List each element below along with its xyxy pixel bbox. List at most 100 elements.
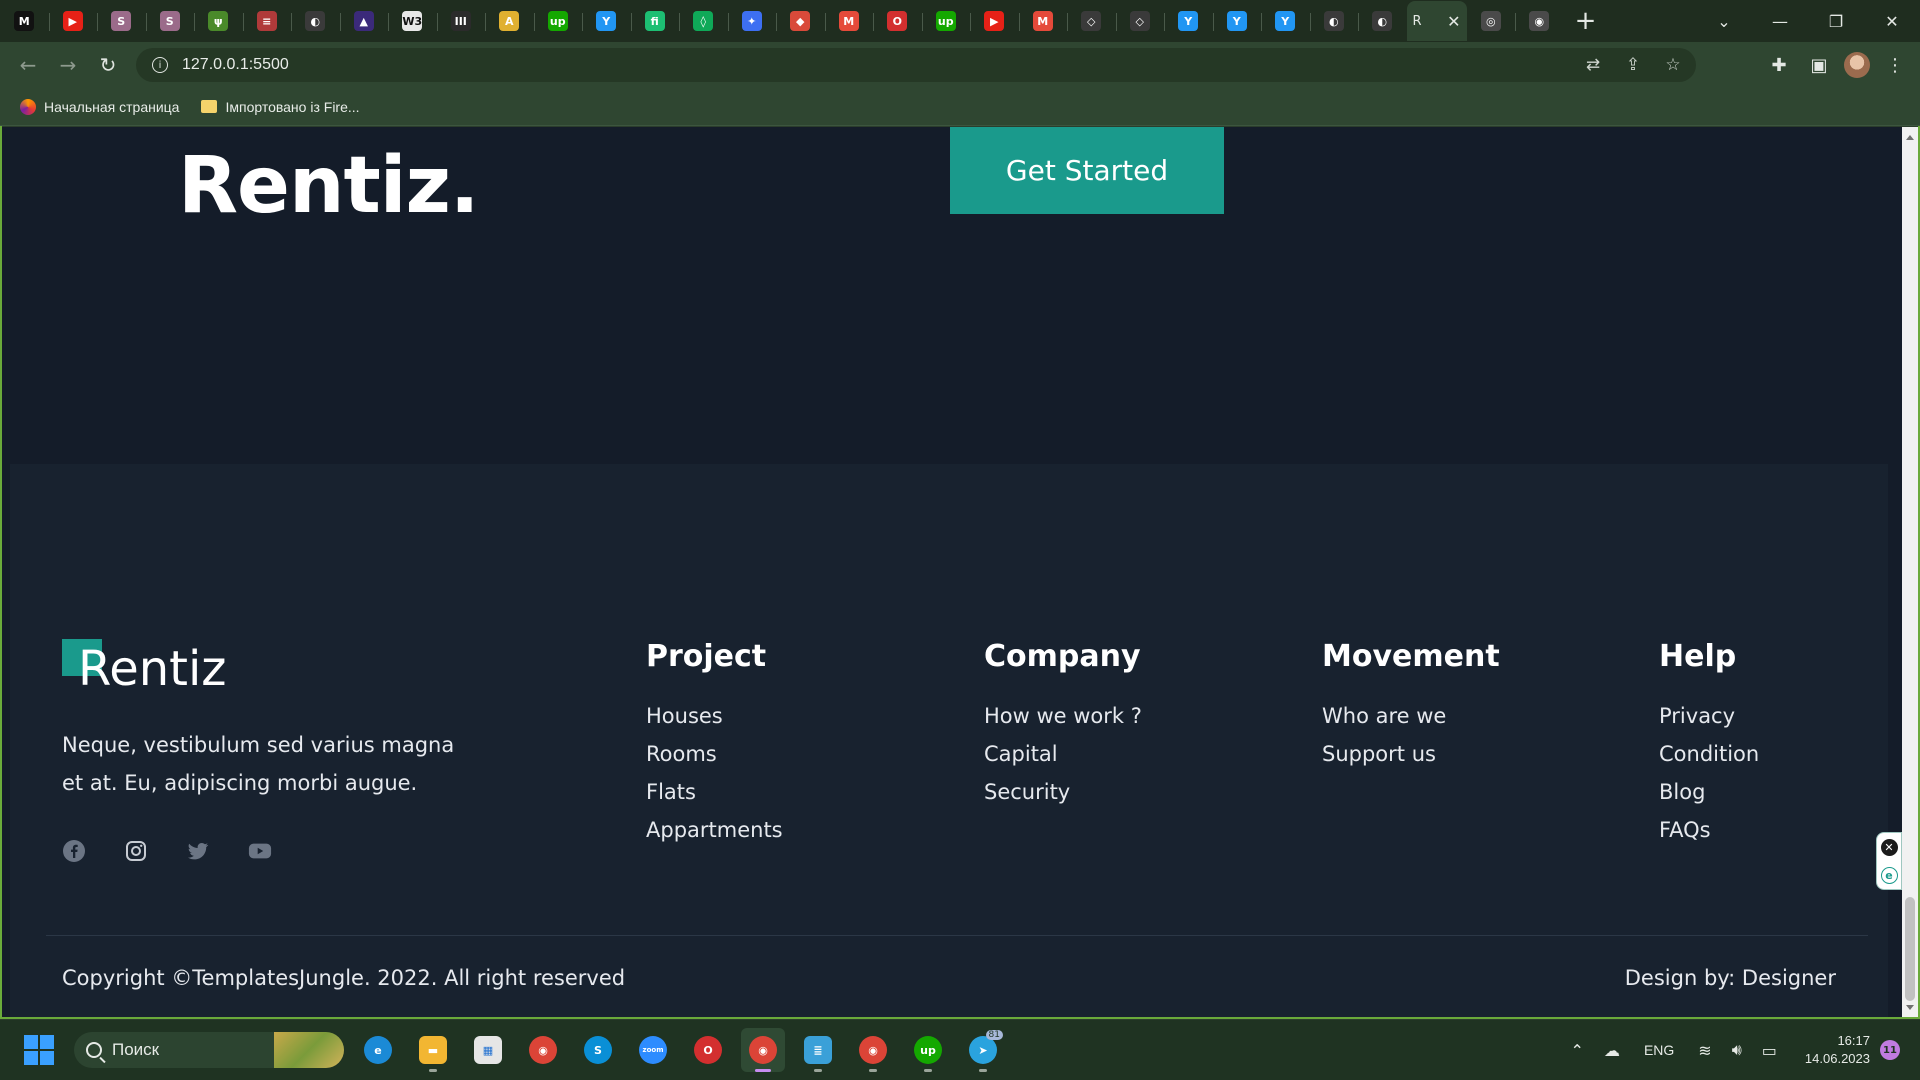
back-button[interactable]: ← xyxy=(8,45,48,85)
browser-tab[interactable]: S xyxy=(97,1,146,41)
footer-link-support-us[interactable]: Support us xyxy=(1322,735,1500,773)
edge-taskbar-button[interactable]: e xyxy=(356,1028,400,1072)
browser-tab[interactable]: Y xyxy=(582,1,631,41)
browser-tab[interactable]: W3 xyxy=(388,1,437,41)
page-scrollbar[interactable] xyxy=(1902,127,1918,1018)
footer-link-capital[interactable]: Capital xyxy=(984,735,1142,773)
close-tab-icon[interactable]: ✕ xyxy=(1447,12,1460,31)
browser-tab[interactable]: ✦ xyxy=(727,1,777,41)
browser-tab[interactable]: M xyxy=(1018,1,1068,41)
wifi-icon[interactable]: ≋ xyxy=(1698,1041,1711,1060)
browser-tab[interactable]: Y xyxy=(1212,1,1262,41)
browser-tab[interactable]: A xyxy=(485,1,534,41)
bookmark-folder-imported[interactable]: Імпортовано із Fire... xyxy=(201,99,360,115)
notepad-taskbar-button[interactable]: ≣ xyxy=(796,1028,840,1072)
show-hidden-icons-chevron-icon[interactable]: ⌃ xyxy=(1571,1041,1584,1060)
browser-tab[interactable]: ◇ xyxy=(1115,1,1165,41)
footer-link-security[interactable]: Security xyxy=(984,773,1142,811)
reload-button[interactable]: ↻ xyxy=(88,45,128,85)
browser-tab[interactable]: O xyxy=(873,1,922,41)
notification-badge[interactable]: 11 xyxy=(1880,1040,1900,1060)
browser-tab[interactable]: ▶ xyxy=(48,1,98,41)
footer-link-faqs[interactable]: FAQs xyxy=(1659,811,1759,849)
address-bar[interactable]: i 127.0.0.1:5500 ⇄ ⇪ ☆ xyxy=(136,48,1696,82)
footer-link-appartments[interactable]: Appartments xyxy=(646,811,783,849)
extension-side-widget[interactable]: ✕ e xyxy=(1876,832,1902,890)
browser-tab[interactable]: ◎ xyxy=(1467,1,1516,41)
site-info-icon[interactable]: i xyxy=(152,57,168,73)
facebook-icon[interactable] xyxy=(62,839,86,863)
footer-link-who-are-we[interactable]: Who are we xyxy=(1322,697,1500,735)
footer-link-houses[interactable]: Houses xyxy=(646,697,783,735)
close-window-button[interactable]: ✕ xyxy=(1864,0,1920,42)
close-circle-icon[interactable]: ✕ xyxy=(1880,838,1898,856)
bookmark-star-icon[interactable]: ☆ xyxy=(1660,52,1686,78)
browser-tab[interactable]: ◐ xyxy=(1309,1,1359,41)
clock[interactable]: 16:17 14.06.2023 xyxy=(1805,1032,1870,1068)
tab-search-chevron-icon[interactable]: ⌄ xyxy=(1696,0,1752,42)
windows-start-icon[interactable] xyxy=(24,1035,54,1065)
browser-tab[interactable]: ◇ xyxy=(1067,1,1116,41)
share-icon[interactable]: ⇪ xyxy=(1620,52,1646,78)
browser-tab[interactable]: S xyxy=(145,1,195,41)
skype-taskbar-button[interactable]: S xyxy=(576,1028,620,1072)
profile-avatar[interactable] xyxy=(1844,52,1870,78)
tab-active[interactable]: R ✕ xyxy=(1406,1,1467,41)
bookmark-home[interactable]: Начальная страница xyxy=(20,98,179,115)
cta-logo[interactable]: Rentiz. xyxy=(178,141,480,231)
upwork-taskbar-button[interactable]: up xyxy=(906,1028,950,1072)
browser-tab[interactable]: Y xyxy=(1261,1,1310,41)
youtube-icon[interactable] xyxy=(248,839,272,863)
edge-circle-icon[interactable]: e xyxy=(1880,866,1898,884)
opera-taskbar-button[interactable]: O xyxy=(686,1028,730,1072)
footer-link-condition[interactable]: Condition xyxy=(1659,735,1759,773)
browser-tab[interactable]: M xyxy=(0,1,49,41)
browser-tab[interactable]: III xyxy=(436,1,486,41)
browser-tab[interactable]: ◐ xyxy=(1358,1,1407,41)
browser-tab[interactable]: ◐ xyxy=(291,1,340,41)
minimize-button[interactable]: — xyxy=(1752,0,1808,42)
twitter-icon[interactable] xyxy=(186,839,210,863)
footer-link-how-we-work[interactable]: How we work ? xyxy=(984,697,1142,735)
taskbar-search[interactable]: Поиск xyxy=(74,1032,344,1068)
battery-icon[interactable]: ▭ xyxy=(1762,1041,1777,1060)
telegram-taskbar-button[interactable]: ➤ 81 xyxy=(961,1028,1005,1072)
input-language[interactable]: ENG xyxy=(1644,1042,1674,1058)
footer-link-flats[interactable]: Flats xyxy=(646,773,783,811)
instagram-icon[interactable] xyxy=(124,839,148,863)
volume-icon[interactable]: 🔊︎ xyxy=(1732,1040,1742,1060)
side-panel-icon[interactable]: ▣ xyxy=(1804,50,1834,80)
browser-tab[interactable]: M xyxy=(824,1,874,41)
scroll-down-arrow-icon[interactable] xyxy=(1906,1005,1914,1010)
onedrive-cloud-icon[interactable]: ☁ xyxy=(1604,1041,1620,1060)
new-tab-button[interactable]: + xyxy=(1564,1,1608,41)
browser-tab[interactable]: up xyxy=(533,1,583,41)
scroll-up-arrow-icon[interactable] xyxy=(1906,135,1914,140)
restore-button[interactable]: ❐ xyxy=(1808,0,1864,42)
menu-kebab-icon[interactable]: ⋮ xyxy=(1880,50,1910,80)
browser-tab[interactable]: ◊ xyxy=(679,1,728,41)
browser-tab[interactable]: up xyxy=(921,1,971,41)
scroll-thumb[interactable] xyxy=(1905,897,1915,1001)
get-started-button[interactable]: Get Started xyxy=(950,127,1224,214)
footer-link-privacy[interactable]: Privacy xyxy=(1659,697,1759,735)
footer-link-blog[interactable]: Blog xyxy=(1659,773,1759,811)
browser-tab[interactable]: ▶ xyxy=(970,1,1019,41)
chrome-profile-taskbar-button[interactable]: ◉ xyxy=(741,1028,785,1072)
extensions-puzzle-icon[interactable]: ✚ xyxy=(1764,50,1794,80)
chrome-profile-taskbar-button[interactable]: ◉ xyxy=(851,1028,895,1072)
microsoft-store-taskbar-button[interactable]: ▦ xyxy=(466,1028,510,1072)
zoom-taskbar-button[interactable]: zoom xyxy=(631,1028,675,1072)
chrome-taskbar-button[interactable]: ◉ xyxy=(521,1028,565,1072)
file-explorer-taskbar-button[interactable]: ▬ xyxy=(411,1028,455,1072)
url-text[interactable]: 127.0.0.1:5500 xyxy=(182,56,289,74)
forward-button[interactable]: → xyxy=(48,45,88,85)
browser-tab[interactable]: ◆ xyxy=(776,1,825,41)
browser-tab[interactable]: fi xyxy=(630,1,680,41)
browser-tab[interactable]: ▲ xyxy=(339,1,389,41)
footer-link-rooms[interactable]: Rooms xyxy=(646,735,783,773)
browser-tab[interactable]: ψ xyxy=(194,1,243,41)
browser-tab[interactable]: ≡ xyxy=(242,1,292,41)
browser-tab[interactable]: ◉ xyxy=(1515,1,1564,41)
browser-tab[interactable]: Y xyxy=(1164,1,1213,41)
